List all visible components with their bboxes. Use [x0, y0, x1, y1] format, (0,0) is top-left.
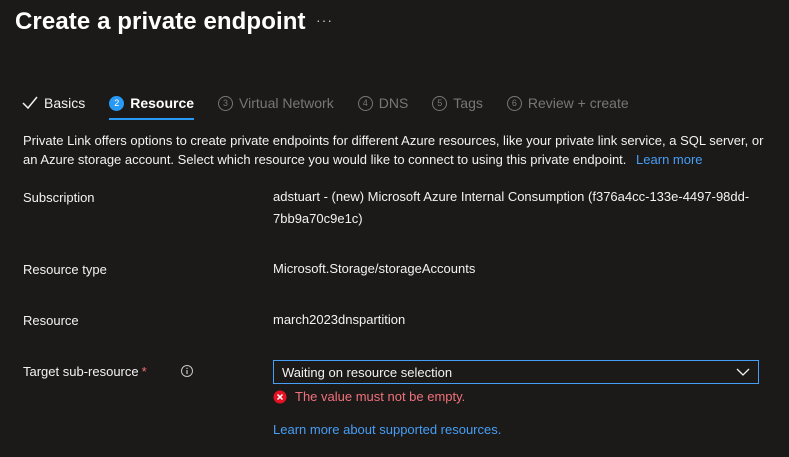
tab-label: Tags — [453, 95, 483, 111]
tab-virtual-network[interactable]: 3 Virtual Network — [218, 92, 334, 114]
target-sub-resource-label: Target sub-resource — [23, 364, 139, 379]
resource-type-label: Resource type — [23, 262, 107, 277]
tab-review-create[interactable]: 6 Review + create — [506, 92, 629, 114]
checkmark-icon — [22, 96, 38, 110]
required-marker: * — [141, 364, 147, 379]
chevron-down-icon — [736, 367, 750, 377]
tab-basics[interactable]: Basics — [22, 92, 85, 114]
subscription-value-line2: 7bb9a70c9e1c) — [273, 211, 363, 226]
wizard-tabs: Basics 2 Resource 3 Virtual Network 4 DN… — [22, 92, 653, 120]
learn-more-link[interactable]: Learn more — [636, 152, 702, 167]
page-title: Create a private endpoint — [15, 8, 306, 35]
resource-value: march2023dnspartition — [273, 312, 406, 327]
tab-tags[interactable]: 5 Tags — [432, 92, 483, 114]
subscription-value-line1: adstuart - (new) Microsoft Azure Interna… — [273, 189, 750, 204]
create-private-endpoint-page: Create a private endpoint ··· Basics 2 R… — [0, 0, 789, 457]
step-number: 6 — [506, 95, 522, 111]
supported-resources-link[interactable]: Learn more about supported resources. — [273, 422, 501, 437]
info-icon[interactable] — [180, 364, 194, 381]
active-tab-indicator — [109, 118, 195, 120]
dropdown-selected-value: Waiting on resource selection — [282, 364, 453, 380]
error-message: The value must not be empty. — [295, 389, 466, 404]
resource-label: Resource — [23, 313, 79, 328]
tab-label: DNS — [378, 95, 409, 111]
description: Private Link offers options to create pr… — [23, 131, 773, 169]
subscription-label: Subscription — [23, 190, 95, 205]
subscription-value: adstuart - (new) Microsoft Azure Interna… — [273, 186, 773, 230]
validation-error: The value must not be empty. — [273, 389, 465, 404]
target-sub-resource-label-row: Target sub-resource * — [23, 364, 223, 379]
step-number: 3 — [218, 95, 234, 111]
tab-label: Basics — [44, 95, 86, 111]
tab-resource[interactable]: 2 Resource — [109, 92, 195, 120]
tab-label: Virtual Network — [239, 95, 334, 111]
tab-dns[interactable]: 4 DNS — [357, 92, 409, 114]
tab-label: Review + create — [527, 95, 629, 111]
step-number: 2 — [109, 95, 125, 111]
step-number: 4 — [357, 95, 373, 111]
error-circle-icon — [273, 390, 287, 404]
target-sub-resource-dropdown[interactable]: Waiting on resource selection — [273, 360, 759, 384]
tab-label: Resource — [130, 95, 195, 111]
more-options-button[interactable]: ··· — [316, 12, 333, 28]
resource-type-value: Microsoft.Storage/storageAccounts — [273, 261, 476, 276]
step-number: 5 — [432, 95, 448, 111]
